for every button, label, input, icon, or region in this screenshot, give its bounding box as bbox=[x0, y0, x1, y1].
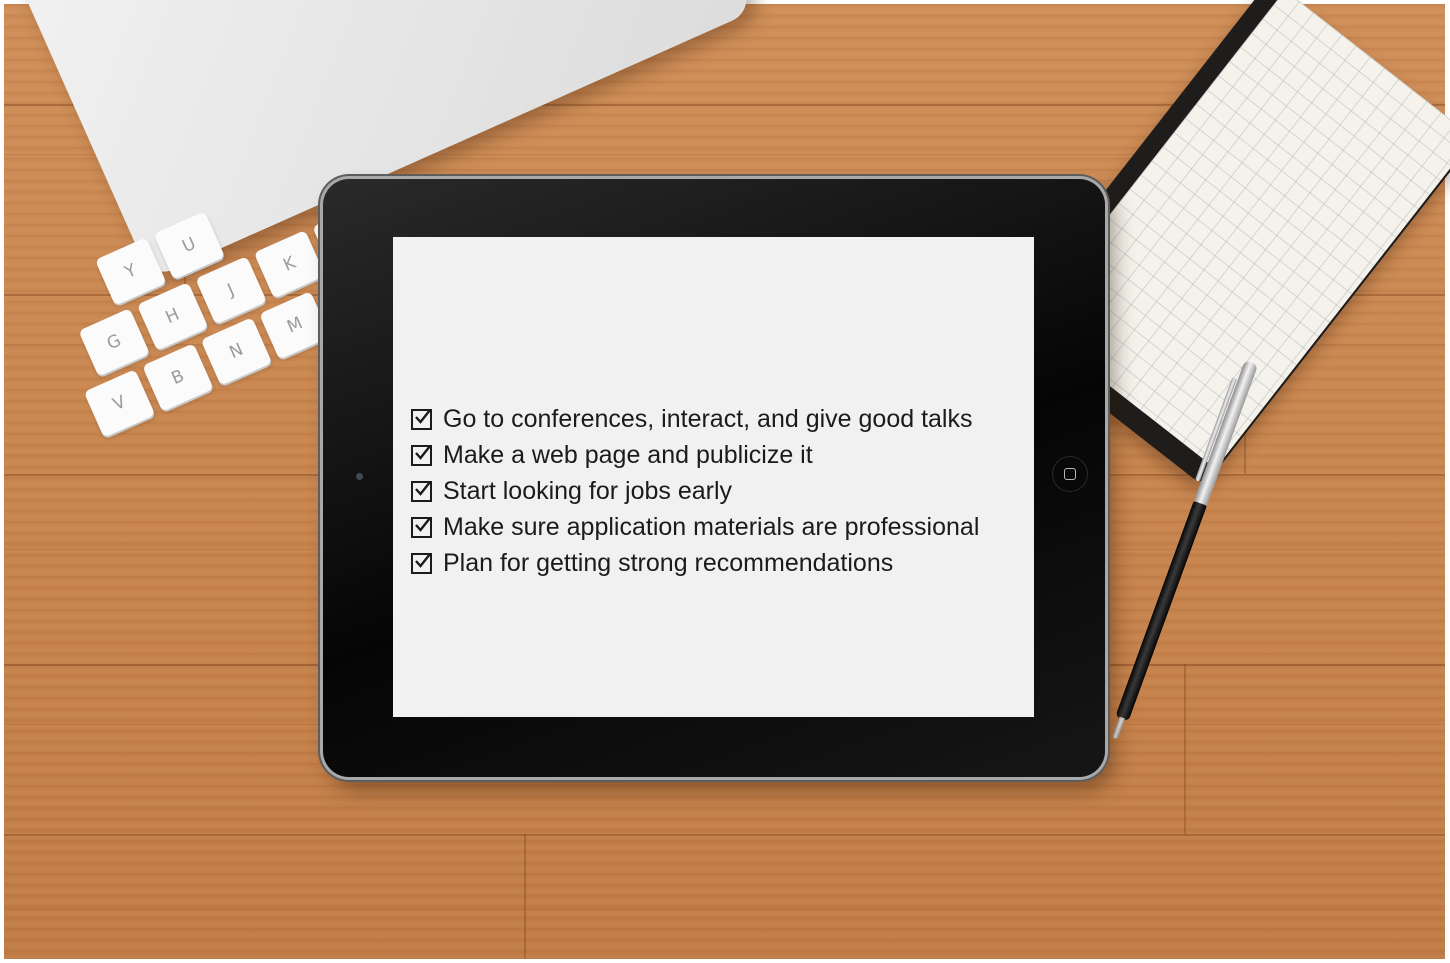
checklist-item: Make a web page and publicize it bbox=[411, 437, 979, 473]
checklist-item-label: Plan for getting strong recommendations bbox=[443, 549, 894, 577]
tablet-screen: Go to conferences, interact, and give go… bbox=[393, 237, 1034, 717]
checklist-item: Start looking for jobs early bbox=[411, 473, 979, 509]
checklist-item-label: Start looking for jobs early bbox=[443, 477, 733, 505]
checklist: Go to conferences, interact, and give go… bbox=[411, 401, 979, 581]
checkbox-checked-icon[interactable] bbox=[411, 408, 432, 430]
checklist-item-label: Go to conferences, interact, and give go… bbox=[443, 405, 973, 433]
checklist-item: Make sure application materials are prof… bbox=[411, 509, 979, 545]
checkbox-checked-icon[interactable] bbox=[411, 480, 432, 502]
plank-seam bbox=[524, 834, 526, 959]
keyboard-key: J bbox=[195, 256, 267, 325]
home-button[interactable] bbox=[1053, 457, 1087, 491]
keyboard-key: M bbox=[259, 291, 331, 360]
checkbox-checked-icon[interactable] bbox=[411, 444, 432, 466]
checklist-item-label: Make sure application materials are prof… bbox=[443, 513, 980, 541]
checkbox-checked-icon[interactable] bbox=[411, 552, 432, 574]
checklist-item: Plan for getting strong recommendations bbox=[411, 545, 979, 581]
plank-line bbox=[4, 834, 1445, 836]
checkbox-checked-icon[interactable] bbox=[411, 516, 432, 538]
keyboard-key: H bbox=[136, 282, 209, 351]
wood-grain bbox=[4, 909, 1445, 910]
checklist-item: Go to conferences, interact, and give go… bbox=[411, 401, 979, 437]
keyboard-key: N bbox=[200, 317, 273, 386]
checklist-item-label: Make a web page and publicize it bbox=[443, 441, 813, 469]
home-square-icon bbox=[1064, 468, 1076, 480]
keyboard-key: K bbox=[253, 230, 326, 299]
camera-icon bbox=[356, 473, 363, 480]
plank-seam bbox=[1184, 664, 1186, 834]
